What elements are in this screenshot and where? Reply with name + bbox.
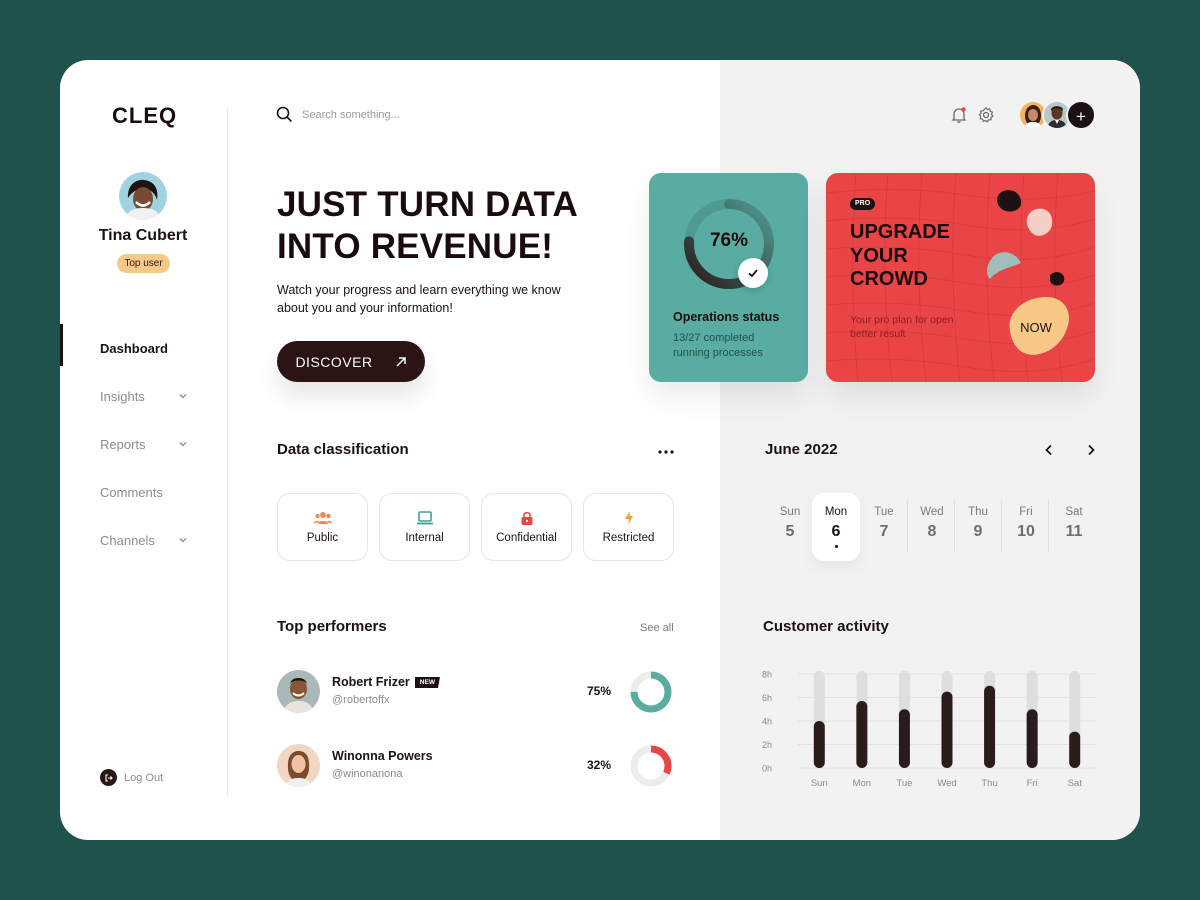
performer-donut — [630, 671, 672, 713]
calendar-day-selected[interactable]: Mon 6 — [812, 493, 860, 561]
chart-x-tick-label: Tue — [896, 778, 912, 789]
operations-title: Operations status — [673, 310, 780, 324]
chart-bar — [941, 691, 953, 768]
chart-bar — [1069, 731, 1081, 768]
performer-handle: @winonanona — [332, 768, 403, 780]
calendar-month-title: June 2022 — [765, 441, 838, 458]
today-dot — [834, 545, 838, 548]
performer-percent: 75% — [587, 684, 612, 698]
performer-row[interactable]: Robert Frizer NEW @robertoffx 75% — [277, 670, 674, 714]
performer-row[interactable]: Winonna Powers @winonanona 32% — [277, 744, 674, 788]
dashboard-window: CLEQ Tina Cubert Top user Dashboard Insi… — [60, 60, 1140, 840]
gear-icon[interactable] — [977, 106, 995, 124]
chart-bar — [984, 685, 996, 768]
chart-x-tick-label: Wed — [937, 778, 956, 789]
sidebar-item-reports[interactable]: Reports — [60, 420, 227, 468]
sidebar-item-insights[interactable]: Insights — [60, 372, 227, 420]
logout-icon — [100, 769, 117, 786]
calendar-day[interactable]: Tue 7 — [860, 493, 908, 561]
chart-y-tick-label: 4h — [762, 717, 772, 727]
performer-name: Winonna Powers — [332, 749, 433, 763]
chart-x-tick-label: Fri — [1027, 778, 1038, 789]
arrow-up-right-icon — [396, 356, 406, 367]
chevron-right-icon[interactable] — [1084, 443, 1098, 457]
users-icon — [313, 512, 332, 524]
calendar-day[interactable]: Sun 5 — [766, 493, 814, 561]
chart-bar — [898, 709, 910, 768]
calendar-day[interactable]: Sat 11 — [1050, 493, 1098, 561]
top-performers-title: Top performers — [277, 618, 387, 635]
sidebar-item-dashboard[interactable]: Dashboard — [60, 324, 227, 372]
operations-subtitle: 13/27 completed running processes — [673, 332, 763, 359]
logout-button[interactable]: Log Out — [100, 769, 163, 786]
sidebar-divider — [227, 108, 228, 796]
classification-chip-internal[interactable]: Internal — [379, 493, 470, 561]
chart-x-tick-label: Sun — [811, 778, 828, 789]
chart-x-tick-label: Mon — [853, 778, 871, 789]
logout-label: Log Out — [124, 771, 164, 784]
chart-bar — [1026, 709, 1038, 768]
pro-title: UPGRADE YOUR CROWD — [850, 221, 951, 290]
chart-x-tick-label: Sat — [1068, 778, 1083, 789]
discover-label: DISCOVER — [295, 353, 373, 370]
performer-name: Robert Frizer NEW — [332, 675, 440, 689]
chart-y-tick-label: 2h — [762, 740, 772, 750]
search-input[interactable] — [302, 108, 502, 121]
chevron-down-icon — [179, 538, 187, 543]
profile-avatar[interactable] — [119, 172, 167, 220]
lock-icon — [521, 511, 532, 525]
sidebar-item-channels[interactable]: Channels — [60, 516, 227, 564]
data-classification-title: Data classification — [277, 441, 409, 458]
pro-badge: PRO — [850, 198, 876, 210]
chart-x-tick-label: Thu — [981, 778, 997, 789]
customer-activity-title: Customer activity — [763, 618, 889, 635]
decorative-blobs — [987, 190, 1070, 355]
pro-subtitle: Your pro plan for open better result — [850, 314, 954, 340]
chart-y-tick-label: 6h — [762, 693, 772, 703]
chart-bar — [813, 721, 825, 768]
discover-button[interactable]: DISCOVER — [277, 341, 425, 382]
sidebar-nav: Dashboard Insights Reports Comments Chan… — [60, 324, 227, 564]
notification-bell-icon[interactable] — [950, 106, 968, 124]
performer-avatar — [277, 744, 320, 787]
performer-percent: 32% — [587, 758, 612, 772]
performer-donut — [630, 745, 672, 787]
chevron-left-icon[interactable] — [1042, 443, 1056, 457]
check-icon — [738, 258, 768, 288]
hero-subtitle: Watch your progress and learn everything… — [277, 283, 561, 315]
classification-chip-confidential[interactable]: Confidential — [481, 493, 572, 561]
customer-activity-chart: 8h 6h 4h 2h 0h Sun Mon Tue Wed Thu Fri Sat — [762, 670, 1096, 789]
chevron-down-icon — [179, 394, 187, 399]
chart-bar — [856, 701, 868, 768]
search-icon — [276, 106, 293, 123]
chevron-down-icon — [179, 442, 187, 447]
upgrade-now-button[interactable]: NOW — [1002, 320, 1070, 335]
more-options-icon[interactable] — [658, 450, 674, 454]
performer-avatar — [277, 670, 320, 713]
calendar-day[interactable]: Fri 10 — [1002, 493, 1050, 561]
classification-chip-public[interactable]: Public — [277, 493, 368, 561]
chart-y-tick-label: 8h — [762, 670, 772, 680]
chart-y-tick-label: 0h — [762, 764, 772, 774]
profile-name: Tina Cubert — [98, 227, 188, 244]
calendar-day[interactable]: Thu 9 — [954, 493, 1002, 561]
laptop-icon — [416, 511, 433, 525]
classification-chip-restricted[interactable]: Restricted — [583, 493, 674, 561]
calendar-day[interactable]: Wed 8 — [908, 493, 956, 561]
add-member-button[interactable]: + — [1066, 100, 1096, 130]
hero-title: JUST TURN DATA INTO REVENUE! — [277, 185, 578, 266]
app-logo[interactable]: CLEQ — [112, 103, 177, 129]
operations-status-card[interactable]: 76% Operations status 13/27 completed ru… — [649, 173, 808, 382]
upgrade-pro-card[interactable]: PRO UPGRADE YOUR CROWD Your pro plan for… — [826, 173, 1095, 382]
performer-handle: @robertoffx — [332, 694, 390, 706]
sidebar-item-comments[interactable]: Comments — [60, 468, 227, 516]
user-rank-badge: Top user — [117, 254, 170, 273]
operations-percent: 76% — [709, 230, 749, 251]
search-bar[interactable] — [276, 106, 502, 123]
new-badge: NEW — [414, 677, 440, 688]
lightning-icon — [624, 511, 633, 525]
calendar-divider — [1048, 500, 1049, 552]
see-all-link[interactable]: See all — [640, 622, 674, 634]
